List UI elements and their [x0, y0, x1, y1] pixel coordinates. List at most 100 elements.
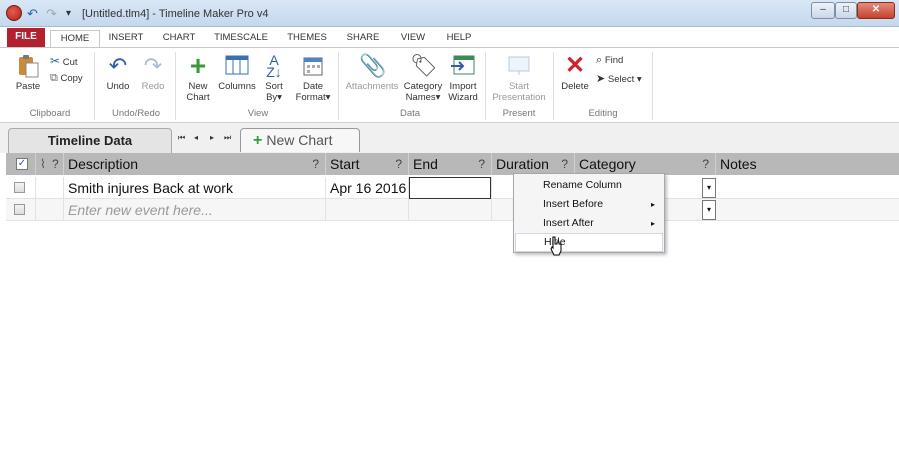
hand-cursor-icon: [550, 236, 562, 256]
cursor-arrow-icon: ➤: [596, 73, 606, 85]
paste-icon: [15, 54, 41, 78]
notes-cell[interactable]: [716, 177, 899, 199]
copy-button[interactable]: ⧉ Copy: [50, 72, 83, 85]
end-date-editor[interactable]: [409, 177, 491, 199]
row-select-cell[interactable]: [6, 199, 36, 221]
tab-insert[interactable]: INSERT: [106, 30, 146, 47]
redo-icon: ↷: [143, 53, 163, 78]
column-header-start[interactable]: Start ?: [326, 153, 409, 175]
next-sheet-icon[interactable]: ▸: [210, 133, 214, 142]
find-button[interactable]: ⌕ Find: [596, 54, 623, 67]
end-help-icon[interactable]: ?: [478, 153, 485, 175]
new-chart-button[interactable]: + New Chart: [182, 52, 214, 104]
notes-cell[interactable]: [716, 199, 899, 221]
row-checkbox[interactable]: [14, 204, 25, 215]
redo-quick-icon[interactable]: ↷: [46, 6, 57, 22]
copy-icon: ⧉: [50, 72, 58, 84]
menu-item-insert-after[interactable]: Insert After ▸: [515, 214, 663, 233]
start-cell[interactable]: Apr 16 2016: [326, 177, 409, 199]
tab-chart[interactable]: CHART: [159, 30, 199, 47]
sheet-tab-bar: Timeline Data ⏮ ◂ ▸ ⏭ + New Chart: [0, 123, 899, 154]
category-dropdown-button[interactable]: ▾: [702, 178, 716, 198]
paperclip-icon: 📎: [359, 53, 387, 78]
new-chart-label-2: Chart: [186, 92, 210, 103]
description-cell[interactable]: Smith injures Back at work: [64, 177, 326, 199]
column-header-end[interactable]: End ?: [409, 153, 492, 175]
start-label-2: Presentation: [492, 92, 546, 103]
paste-button[interactable]: Paste: [12, 54, 44, 92]
category-names-label-1: Category: [403, 81, 443, 92]
undo-quick-icon[interactable]: ↶: [27, 6, 38, 22]
attachment-help-icon[interactable]: ?: [52, 153, 59, 175]
duration-header-label: Duration: [496, 156, 549, 172]
new-event-row[interactable]: Enter new event here...: [6, 199, 899, 221]
start-cell[interactable]: [326, 199, 409, 221]
tab-timeline-data[interactable]: Timeline Data: [8, 128, 172, 154]
grid-header: ✓ ⌇ ? Description ? Start ? End ? Durati…: [6, 153, 899, 175]
sort-by-button[interactable]: A Z↓ Sort By▾: [260, 53, 288, 103]
tab-file[interactable]: FILE: [7, 28, 45, 47]
minimize-button[interactable]: –: [811, 2, 835, 19]
category-names-button[interactable]: 🏷 Category Names▾: [403, 53, 443, 104]
maximize-button[interactable]: □: [835, 2, 857, 19]
group-label-present: Present: [502, 108, 536, 119]
first-sheet-icon[interactable]: ⏮: [178, 133, 185, 143]
columns-button[interactable]: Columns: [216, 54, 258, 92]
redo-label: Redo: [141, 81, 165, 92]
delete-button[interactable]: ✕ Delete: [558, 54, 592, 93]
sort-label-2: By: [266, 92, 278, 103]
new-event-description-cell[interactable]: Enter new event here...: [64, 199, 326, 221]
column-header-category[interactable]: Category ?: [575, 153, 716, 175]
description-help-icon[interactable]: ?: [312, 153, 319, 175]
insert-after-label: Insert After: [543, 217, 594, 229]
insert-before-label: Insert Before: [543, 198, 604, 210]
tab-themes[interactable]: THEMES: [283, 30, 331, 47]
end-cell[interactable]: [409, 199, 492, 221]
column-header-notes[interactable]: Notes: [716, 153, 899, 175]
menu-item-insert-before[interactable]: Insert Before ▸: [515, 195, 663, 214]
column-header-description[interactable]: Description ?: [64, 153, 326, 175]
tab-share[interactable]: SHARE: [342, 30, 384, 47]
attachments-label: Attachments: [345, 81, 399, 92]
select-all-checkbox[interactable]: ✓: [16, 158, 28, 170]
menu-item-rename-column[interactable]: Rename Column: [515, 176, 663, 195]
tab-timescale[interactable]: TIMESCALE: [212, 30, 270, 47]
group-label-undo-redo: Undo/Redo: [111, 108, 161, 119]
undo-button[interactable]: ↶ Undo: [103, 54, 133, 93]
binoculars-icon: ⌕: [596, 54, 603, 66]
category-dropdown-button[interactable]: ▾: [702, 200, 716, 220]
duration-help-icon[interactable]: ?: [561, 153, 568, 175]
new-chart-tab[interactable]: + New Chart: [240, 128, 360, 152]
close-button[interactable]: ✕: [857, 2, 895, 19]
group-label-clipboard: Clipboard: [29, 108, 71, 119]
app-logo-icon[interactable]: [6, 5, 22, 21]
redo-button[interactable]: ↷ Redo: [138, 53, 168, 93]
prev-sheet-icon[interactable]: ◂: [194, 133, 198, 142]
row-attachment-cell[interactable]: [36, 177, 64, 199]
select-button[interactable]: ➤ Select ▾: [596, 72, 642, 85]
row-checkbox[interactable]: [14, 182, 25, 193]
row-attachment-cell[interactable]: [36, 199, 64, 221]
row-select-cell[interactable]: [6, 177, 36, 199]
import-wizard-button[interactable]: Import Wizard: [444, 54, 482, 103]
quick-access-dropdown-icon[interactable]: ▾: [66, 8, 71, 19]
tab-view[interactable]: VIEW: [396, 30, 430, 47]
column-header-duration[interactable]: Duration ?: [492, 153, 575, 175]
date-format-button[interactable]: Date Format▾: [292, 54, 334, 103]
group-label-view: View: [247, 108, 269, 119]
new-chart-label-1: New: [188, 81, 208, 92]
category-help-icon[interactable]: ?: [702, 153, 709, 175]
new-chart-tab-label: New Chart: [266, 132, 333, 148]
last-sheet-icon[interactable]: ⏭: [224, 133, 231, 143]
attachment-header[interactable]: ⌇ ?: [36, 153, 64, 175]
cut-button[interactable]: ✂ Cut: [50, 54, 78, 68]
start-help-icon[interactable]: ?: [395, 153, 402, 175]
start-presentation-button[interactable]: Start Presentation: [488, 54, 550, 103]
attachments-button[interactable]: 📎 Attachments: [342, 53, 402, 93]
tag-icon: 🏷: [410, 53, 438, 78]
select-all-header[interactable]: ✓: [6, 153, 36, 175]
tab-help[interactable]: HELP: [442, 30, 476, 47]
tab-home[interactable]: HOME: [50, 30, 100, 47]
columns-label: Columns: [218, 81, 256, 92]
menu-item-hide[interactable]: Hide: [515, 233, 663, 252]
